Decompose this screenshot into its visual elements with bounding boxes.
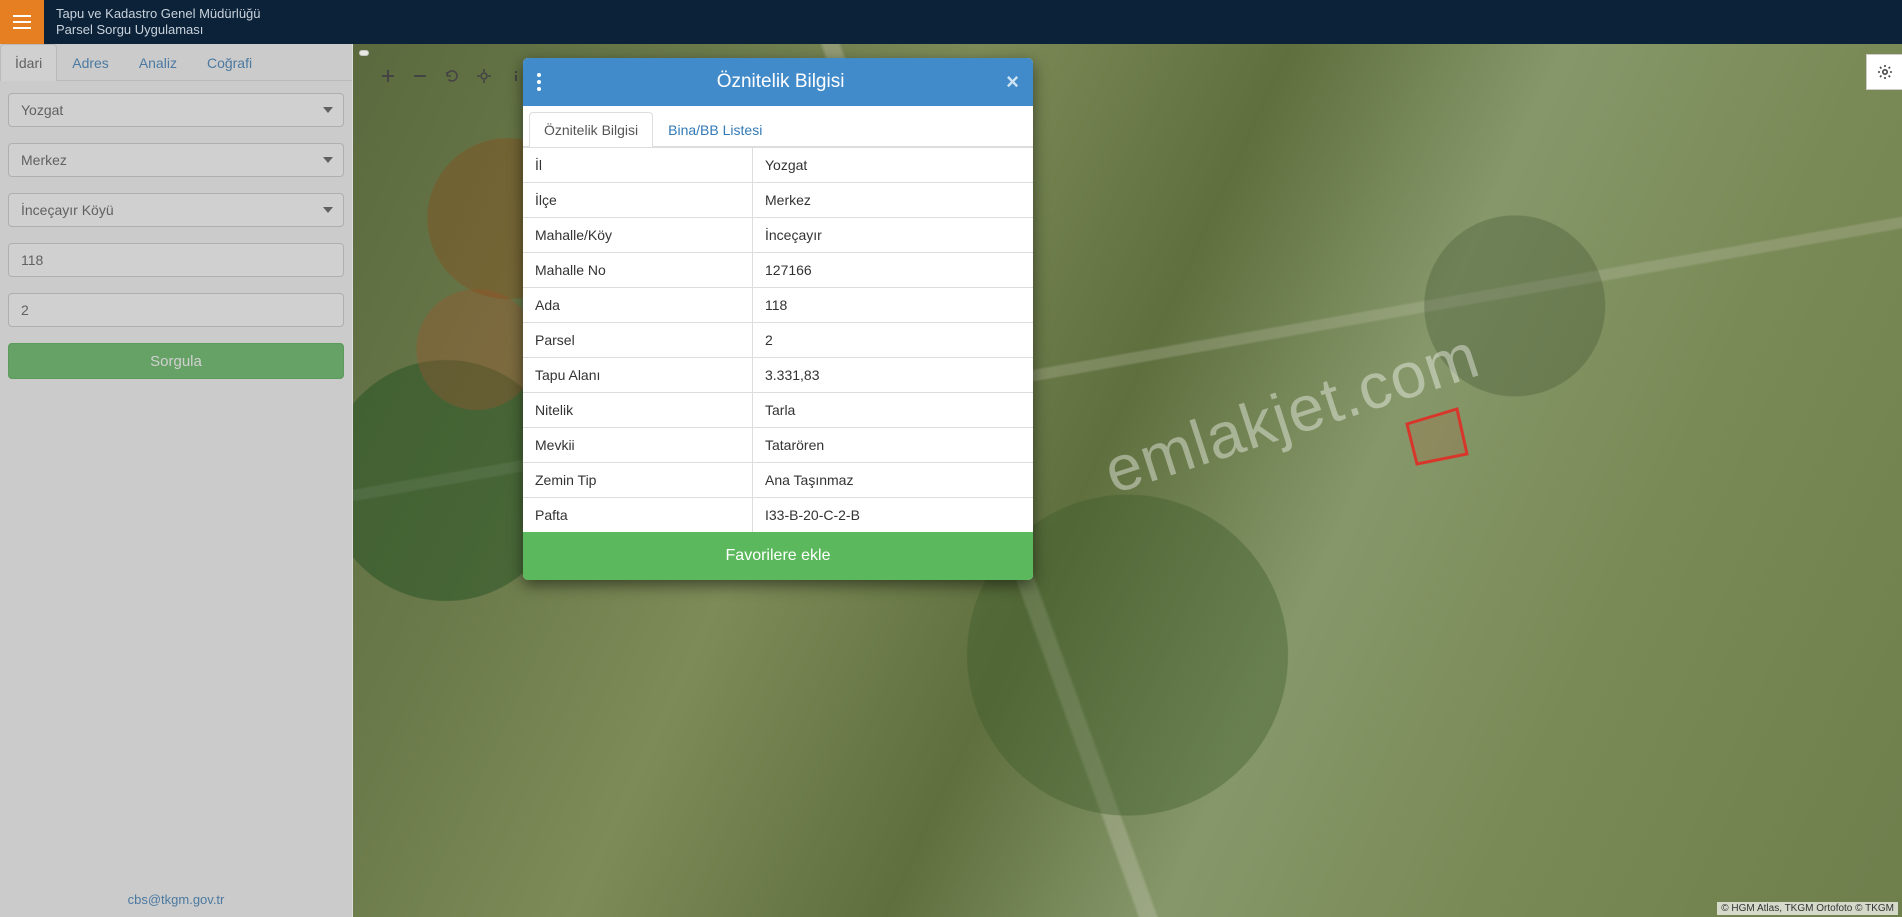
- attr-value: 118: [753, 288, 1034, 323]
- parcel-highlight: [1402, 404, 1472, 474]
- app-header: Tapu ve Kadastro Genel Müdürlüğü Parsel …: [0, 0, 1902, 44]
- attribute-modal: Öznitelik Bilgisi × Öznitelik Bilgisi Bi…: [523, 58, 1033, 580]
- attr-value: 3.331,83: [753, 358, 1034, 393]
- table-row: MevkiiTatarören: [523, 428, 1033, 463]
- attr-label: Mevkii: [523, 428, 753, 463]
- attr-label: Parsel: [523, 323, 753, 358]
- il-select[interactable]: Yozgat: [8, 93, 344, 127]
- attr-value: I33-B-20-C-2-B: [753, 498, 1034, 533]
- attr-label: Tapu Alanı: [523, 358, 753, 393]
- hamburger-icon: [13, 15, 31, 29]
- attr-label: Ada: [523, 288, 753, 323]
- minus-icon: [412, 68, 428, 84]
- attr-label: Mahalle No: [523, 253, 753, 288]
- attr-value: Merkez: [753, 183, 1034, 218]
- menu-toggle-button[interactable]: [0, 0, 44, 44]
- table-row: İlçeMerkez: [523, 183, 1033, 218]
- sidebar-tabs: İdari Adres Analiz Coğrafi: [0, 44, 352, 81]
- attr-value: Yozgat: [753, 148, 1034, 183]
- add-favorite-button[interactable]: Favorilere ekle: [523, 532, 1033, 580]
- header-titles: Tapu ve Kadastro Genel Müdürlüğü Parsel …: [44, 6, 261, 39]
- refresh-icon: [444, 68, 460, 84]
- modal-header: Öznitelik Bilgisi ×: [523, 58, 1033, 106]
- tab-adres[interactable]: Adres: [57, 44, 124, 81]
- info-icon: [508, 68, 524, 84]
- table-row: PaftaI33-B-20-C-2-B: [523, 498, 1033, 533]
- plus-icon: [380, 68, 396, 84]
- tab-analiz[interactable]: Analiz: [124, 44, 192, 81]
- tab-idari[interactable]: İdari: [0, 44, 57, 81]
- dots-icon: [537, 73, 541, 77]
- map-canvas[interactable]: emlakjet.com © HGM Atlas, TKGM Ortofoto …: [353, 44, 1902, 917]
- query-form: Yozgat Merkez İnceçayır Köyü Sorgula: [0, 81, 352, 391]
- parsel-input[interactable]: [8, 293, 344, 327]
- table-row: Parsel2: [523, 323, 1033, 358]
- locate-icon: [476, 68, 492, 84]
- table-row: Zemin TipAna Taşınmaz: [523, 463, 1033, 498]
- modal-menu-button[interactable]: [537, 73, 555, 91]
- table-row: Tapu Alanı3.331,83: [523, 358, 1033, 393]
- locate-button[interactable]: [468, 61, 500, 91]
- attr-value: 2: [753, 323, 1034, 358]
- attr-label: İl: [523, 148, 753, 183]
- modal-tab-oznitelik[interactable]: Öznitelik Bilgisi: [529, 112, 653, 147]
- table-row: NitelikTarla: [523, 393, 1033, 428]
- mahalle-select[interactable]: İnceçayır Köyü: [8, 193, 344, 227]
- contact-email-link[interactable]: cbs@tkgm.gov.tr: [128, 892, 225, 907]
- header-title-line2: Parsel Sorgu Uygulaması: [56, 22, 261, 38]
- attr-value: İnceçayır: [753, 218, 1034, 253]
- map-toolbar: [359, 50, 369, 56]
- ilce-select[interactable]: Merkez: [8, 143, 344, 177]
- modal-close-button[interactable]: ×: [1006, 71, 1019, 93]
- sidebar-footer: cbs@tkgm.gov.tr: [0, 882, 352, 917]
- modal-title: Öznitelik Bilgisi: [555, 71, 1006, 93]
- table-row: İlYozgat: [523, 148, 1033, 183]
- attr-label: Zemin Tip: [523, 463, 753, 498]
- zoom-out-button[interactable]: [404, 61, 436, 91]
- header-title-line1: Tapu ve Kadastro Genel Müdürlüğü: [56, 6, 261, 22]
- attr-label: Nitelik: [523, 393, 753, 428]
- attr-value: Tatarören: [753, 428, 1034, 463]
- attribute-table: İlYozgatİlçeMerkezMahalle/KöyİnceçayırMa…: [523, 147, 1033, 532]
- map-attribution: © HGM Atlas, TKGM Ortofoto © TKGM: [1717, 902, 1898, 915]
- attr-label: İlçe: [523, 183, 753, 218]
- gear-icon: [1877, 64, 1893, 80]
- refresh-button[interactable]: [436, 61, 468, 91]
- attr-value: Ana Taşınmaz: [753, 463, 1034, 498]
- attr-label: Mahalle/Köy: [523, 218, 753, 253]
- ada-input[interactable]: [8, 243, 344, 277]
- sidebar: İdari Adres Analiz Coğrafi Yozgat Merkez…: [0, 44, 353, 917]
- table-row: Ada118: [523, 288, 1033, 323]
- attr-value: Tarla: [753, 393, 1034, 428]
- attr-label: Pafta: [523, 498, 753, 533]
- zoom-in-button[interactable]: [372, 61, 404, 91]
- modal-tab-bina[interactable]: Bina/BB Listesi: [653, 112, 777, 147]
- attr-value: 127166: [753, 253, 1034, 288]
- table-row: Mahalle/Köyİnceçayır: [523, 218, 1033, 253]
- tab-cografi[interactable]: Coğrafi: [192, 44, 267, 81]
- query-button[interactable]: Sorgula: [8, 343, 344, 379]
- modal-tabs: Öznitelik Bilgisi Bina/BB Listesi: [523, 106, 1033, 147]
- table-row: Mahalle No127166: [523, 253, 1033, 288]
- map-settings-button[interactable]: [1866, 54, 1902, 90]
